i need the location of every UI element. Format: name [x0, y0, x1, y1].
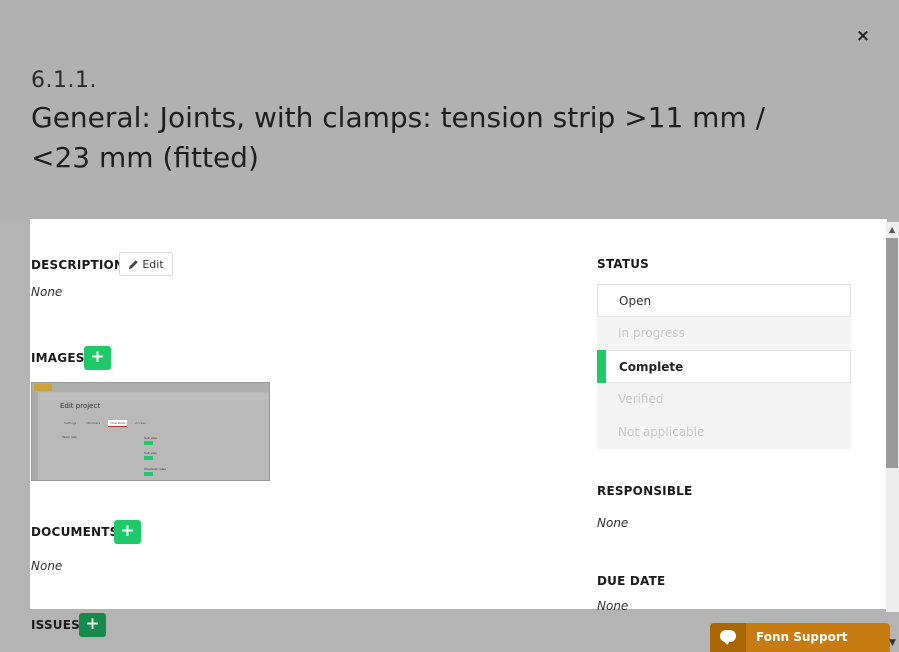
- support-label: Fonn Support: [756, 630, 848, 644]
- thumb-page-title: Edit project: [60, 402, 101, 410]
- status-option-not-applicable[interactable]: Not applicable: [597, 416, 851, 449]
- status-option-open[interactable]: Open: [597, 284, 851, 317]
- description-label: DESCRIPTION: [31, 258, 125, 272]
- image-thumbnail[interactable]: Edit project Settings Members Checklists…: [31, 382, 270, 481]
- thumb-add-button: [144, 441, 153, 445]
- edit-description-button[interactable]: Edit: [119, 252, 173, 276]
- scroll-up-icon[interactable]: ▲: [889, 225, 895, 234]
- thumb-tabs: Settings Members Checklists Access: [62, 420, 148, 427]
- add-issue-button[interactable]: +: [79, 613, 106, 637]
- due-date-label: DUE DATE: [597, 574, 666, 588]
- pencil-icon: [129, 259, 139, 269]
- thumb-header-bar: [40, 393, 269, 400]
- thumb-sidebar: [32, 392, 38, 480]
- due-date-value: None: [597, 599, 629, 613]
- thumb-tab: Access: [135, 421, 146, 425]
- thumb-section-label: Sub jobs: [144, 436, 157, 440]
- status-option-verified[interactable]: Verified: [597, 383, 851, 416]
- documents-label: DOCUMENTS: [31, 525, 119, 539]
- title-line-2: <23 mm (fitted): [31, 141, 259, 174]
- page-title: General: Joints, with clamps: tension st…: [31, 98, 791, 178]
- support-chat-button[interactable]: Fonn Support: [710, 623, 890, 652]
- thumb-topbar: [32, 383, 269, 392]
- issues-label: ISSUES: [31, 618, 80, 632]
- thumb-tab: Members: [86, 421, 101, 425]
- responsible-value: None: [597, 516, 629, 530]
- thumb-logo: [34, 384, 52, 391]
- close-icon[interactable]: ×: [851, 24, 875, 48]
- chat-icon: [710, 623, 746, 652]
- thumb-section-label: Checklist rules: [144, 467, 166, 471]
- thumb-add-button: [144, 472, 153, 476]
- thumb-section-label: Sub jobs: [144, 451, 157, 455]
- thumb-tab-active: Checklists: [108, 420, 128, 427]
- documents-value: None: [31, 559, 63, 573]
- thumb-add-button: [144, 456, 153, 460]
- status-option-in-progress[interactable]: In progress: [597, 317, 851, 350]
- add-document-button[interactable]: +: [114, 520, 141, 544]
- description-value: None: [31, 285, 63, 299]
- edit-button-label: Edit: [142, 257, 164, 271]
- responsible-label: RESPONSIBLE: [597, 484, 693, 498]
- status-label: STATUS: [597, 257, 650, 271]
- scroll-down-icon[interactable]: ▼: [889, 638, 896, 648]
- status-option-label: Complete: [619, 360, 684, 374]
- status-active-indicator: [597, 350, 606, 383]
- add-image-button[interactable]: +: [84, 346, 111, 370]
- item-number: 6.1.1.: [31, 68, 97, 93]
- scrollbar-thumb[interactable]: [886, 238, 898, 468]
- status-list: Open In progress Complete Verified Not a…: [597, 284, 851, 449]
- thumb-tab: Settings: [64, 421, 77, 425]
- images-label: IMAGES: [31, 351, 85, 365]
- thumb-left-label: Team lists: [62, 435, 77, 439]
- title-line-1: General: Joints, with clamps: tension st…: [31, 101, 766, 134]
- status-option-complete[interactable]: Complete: [597, 350, 851, 383]
- vertical-scrollbar[interactable]: ▲: [886, 222, 899, 612]
